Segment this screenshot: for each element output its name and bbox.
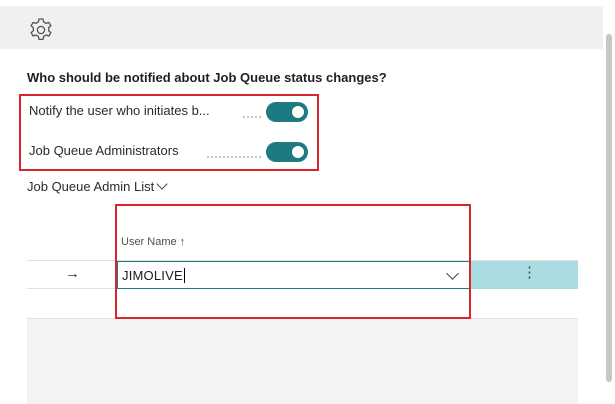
chevron-down-icon	[156, 178, 168, 190]
highlight-box-user-name	[115, 204, 471, 319]
scrollbar-thumb[interactable]	[606, 34, 612, 382]
gear-icon[interactable]	[27, 16, 55, 44]
admin-list-title-label: Job Queue Admin List	[27, 179, 155, 194]
selected-row-fill: ⋮	[471, 261, 578, 289]
section-heading: Who should be notified about Job Queue s…	[27, 70, 387, 85]
row-indicator-arrow-icon: →	[65, 265, 80, 282]
page: Who should be notified about Job Queue s…	[0, 0, 615, 404]
scrollbar[interactable]	[603, 0, 615, 404]
highlight-box-toggles	[19, 94, 319, 171]
top-action-bar	[0, 6, 603, 49]
more-options-icon[interactable]: ⋮	[522, 265, 537, 280]
admin-list-title[interactable]: Job Queue Admin List	[27, 178, 168, 194]
